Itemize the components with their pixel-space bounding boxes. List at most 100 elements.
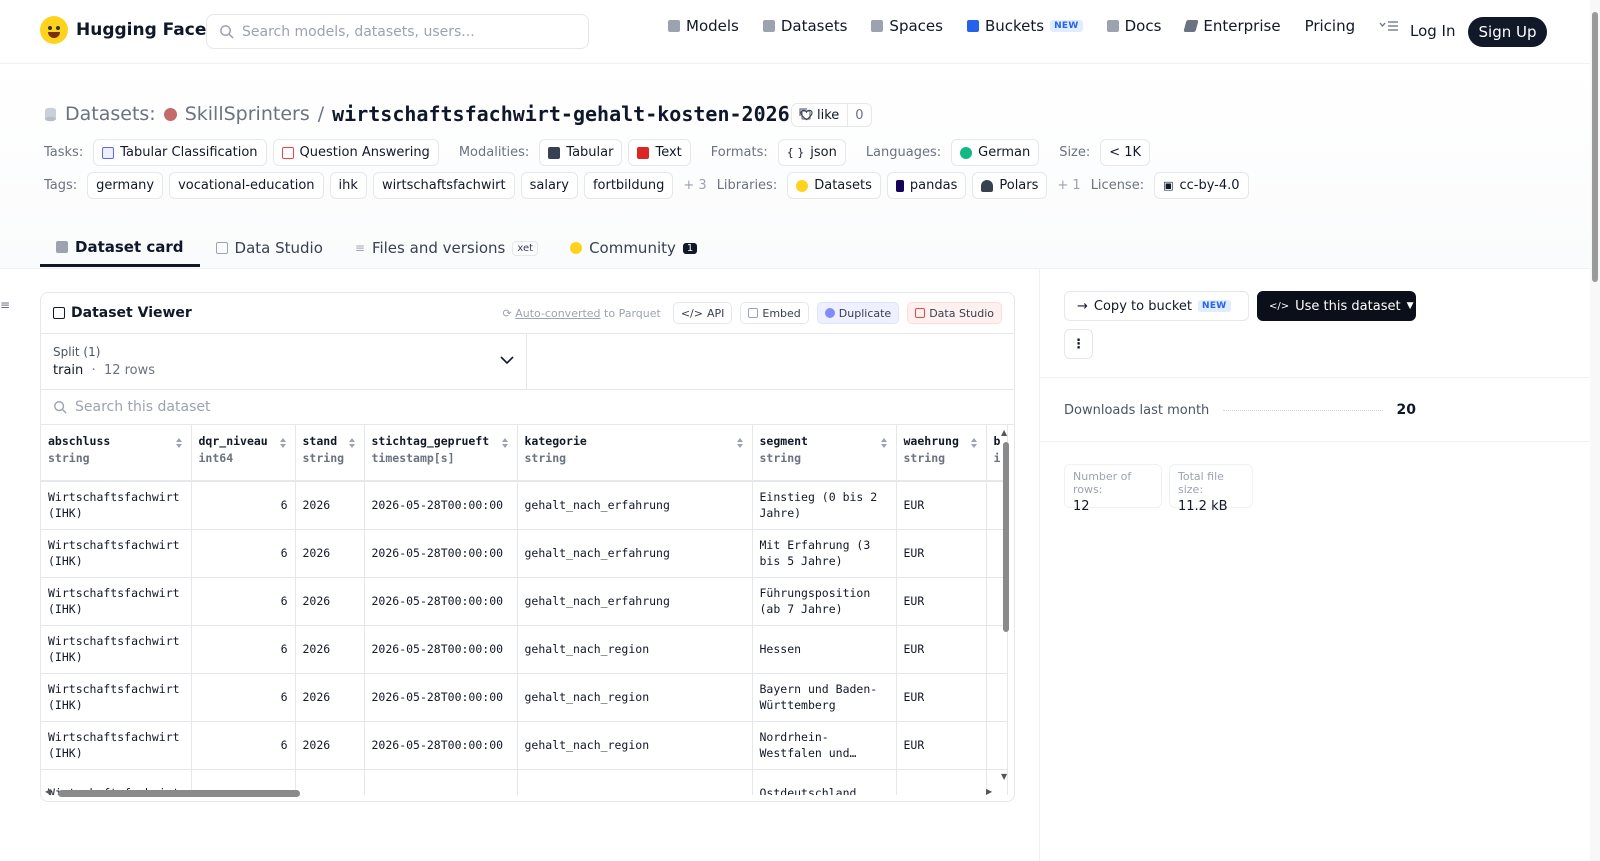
scroll-right-arrow-icon[interactable]: ▶: [986, 787, 992, 796]
chevron-down-icon: ▼: [1406, 301, 1414, 311]
table-container[interactable]: abschluss string dqr_niveau int64 stand strin…: [41, 425, 1014, 795]
table-row[interactable]: Wirtschaftsfachwirt (IHK) 6 2026 2026-05-28…: [41, 481, 1009, 530]
rows-stat-value: 12: [1073, 499, 1090, 514]
tag-chip[interactable]: salary: [520, 172, 578, 199]
table-row[interactable]: Wirtschaftsfachwirt (IHK) 6 2026 2026-05-28…: [41, 529, 1009, 578]
tag-chip[interactable]: fortbildung: [583, 172, 674, 199]
sort-icon[interactable]: [175, 437, 183, 449]
modality-chip-tabular[interactable]: Tabular: [539, 139, 623, 166]
libraries-more[interactable]: + 1: [1057, 178, 1080, 193]
tag-chip[interactable]: ihk: [329, 172, 367, 199]
task-chip-question-answering[interactable]: Question Answering: [272, 139, 439, 166]
table-header-row: abschluss string dqr_niveau int64 stand strin…: [41, 425, 1009, 482]
table-cell: 6: [191, 673, 296, 722]
license-chip[interactable]: ▣ cc-by-4.0: [1154, 172, 1249, 199]
scroll-down-arrow-icon[interactable]: ▼: [1001, 772, 1007, 781]
nav-spaces[interactable]: Spaces: [871, 17, 943, 35]
horizontal-scrollbar-thumb[interactable]: [58, 790, 300, 797]
nav-buckets[interactable]: Buckets NEW: [966, 17, 1083, 35]
sort-icon[interactable]: [279, 437, 287, 449]
table-row[interactable]: Wirtschaftsfachwirt (IHK) 6 2026 2026-05-28…: [41, 577, 1009, 626]
org-avatar: [163, 107, 177, 121]
tag-chip[interactable]: vocational-education: [169, 172, 324, 199]
toc-toggle-icon[interactable]: ≡: [0, 298, 10, 312]
table-row[interactable]: Wirtschaftsfachwirt (IHK) 6 2026 2026-05-28…: [41, 673, 1009, 722]
duplicate-button[interactable]: Duplicate: [816, 302, 900, 324]
use-this-dataset-button[interactable]: </> Use this dataset ▼: [1257, 291, 1416, 321]
library-chip-polars[interactable]: Polars: [972, 172, 1048, 199]
column-header-1[interactable]: abschluss string: [41, 425, 192, 482]
tag-chip[interactable]: wirtschaftsfachwirt: [372, 172, 515, 199]
nav-docs[interactable]: Docs: [1106, 17, 1161, 35]
table-cell: gehalt_nach_region: [517, 673, 753, 722]
column-header-5[interactable]: kategorie string: [517, 425, 753, 482]
sort-icon[interactable]: [736, 437, 744, 449]
org-link[interactable]: SkillSprinters: [185, 103, 310, 125]
table-cell: [986, 625, 1009, 674]
auto-converted-link[interactable]: Auto-converted: [515, 307, 600, 320]
tab-community[interactable]: Community 1: [554, 229, 713, 267]
viewer-toolbar: Dataset Viewer ⟳ Auto-converted to Parqu…: [41, 293, 1014, 334]
vertical-scrollbar-thumb[interactable]: [1003, 442, 1009, 632]
divider: [1040, 377, 1591, 378]
format-chip-json[interactable]: { } json: [777, 139, 846, 166]
like-action[interactable]: like: [792, 104, 849, 126]
column-header-6[interactable]: segment string: [752, 425, 897, 482]
tab-files-and-versions[interactable]: ≡ Files and versions xet: [339, 229, 554, 267]
column-header-2[interactable]: dqr_niveau int64: [191, 425, 296, 482]
like-button[interactable]: like 0: [791, 103, 872, 127]
library-chip-pandas[interactable]: pandas: [886, 172, 967, 199]
nav-models[interactable]: Models: [668, 17, 739, 35]
dataset-search[interactable]: [41, 390, 1014, 425]
tab-data-studio[interactable]: Data Studio: [200, 229, 339, 267]
brand-logo[interactable]: Hugging Face: [40, 16, 206, 44]
column-header-3[interactable]: stand string: [295, 425, 365, 482]
dataset-name[interactable]: wirtschaftsfachwirt-gehalt-kosten-2026: [332, 102, 790, 126]
page-scrollbar-thumb[interactable]: [1592, 12, 1598, 282]
dataset-search-input[interactable]: [75, 399, 675, 415]
copy-to-bucket-button[interactable]: → Copy to bucket NEW: [1064, 291, 1249, 321]
sort-icon[interactable]: [970, 437, 978, 449]
sort-icon[interactable]: [880, 437, 888, 449]
table-row[interactable]: Wirtschaftsfachwirt (IHK) 6 2026 2026-05-28…: [41, 625, 1009, 674]
more-menu-button[interactable]: [1379, 20, 1399, 32]
sort-icon[interactable]: [348, 437, 356, 449]
table-cell: Wirtschaftsfachwirt (IHK): [41, 721, 192, 770]
embed-button[interactable]: Embed: [740, 302, 809, 324]
task-chip-tabular-classification[interactable]: Tabular Classification: [93, 139, 267, 166]
signup-button[interactable]: Sign Up: [1468, 17, 1547, 47]
chevron-down-icon: [500, 356, 514, 365]
datasets-prefix[interactable]: Datasets:: [65, 103, 156, 125]
data-studio-button[interactable]: Data Studio: [907, 302, 1002, 324]
language-chip-german[interactable]: German: [951, 139, 1040, 166]
nav-datasets[interactable]: Datasets: [762, 17, 847, 35]
table-row[interactable]: Wirtschaftsfachwirt (IHK) 6 2026 2026-05-28…: [41, 721, 1009, 770]
table-cell: [896, 769, 987, 795]
table-cell: gehalt_nach_region: [517, 625, 753, 674]
column-type: i: [993, 451, 1001, 465]
scroll-up-arrow-icon[interactable]: ▲: [1001, 428, 1007, 437]
tags-more[interactable]: + 3: [683, 178, 706, 193]
global-search-input[interactable]: [242, 23, 572, 40]
tab-label: Files and versions: [371, 239, 506, 257]
column-header-7[interactable]: waehrung string: [896, 425, 987, 482]
modality-chip-text[interactable]: Text: [628, 139, 691, 166]
split-selector[interactable]: Split (1) train · 12 rows: [41, 334, 527, 389]
more-options-button[interactable]: ⋮: [1064, 329, 1093, 359]
nav-enterprise[interactable]: Enterprise: [1183, 17, 1281, 35]
sort-icon[interactable]: [501, 437, 509, 449]
nav-pricing[interactable]: Pricing: [1305, 17, 1356, 35]
page-scrollbar[interactable]: [1590, 0, 1600, 861]
size-chip[interactable]: < 1K: [1100, 139, 1151, 166]
global-search[interactable]: [206, 14, 589, 49]
tag-chip[interactable]: germany: [87, 172, 164, 199]
column-type: string: [524, 451, 567, 465]
table-cell: 2026-05-28T00:00:00: [364, 529, 518, 578]
list-icon: ≡: [354, 241, 365, 255]
column-header-4[interactable]: stichtag_geprueft timestamp[s]: [364, 425, 518, 482]
api-button[interactable]: </> API: [672, 302, 733, 324]
tab-dataset-card[interactable]: Dataset card: [40, 229, 200, 267]
scroll-left-arrow-icon[interactable]: ◀: [45, 787, 51, 796]
library-chip-datasets[interactable]: Datasets: [787, 172, 881, 199]
login-link[interactable]: Log In: [1410, 22, 1456, 40]
